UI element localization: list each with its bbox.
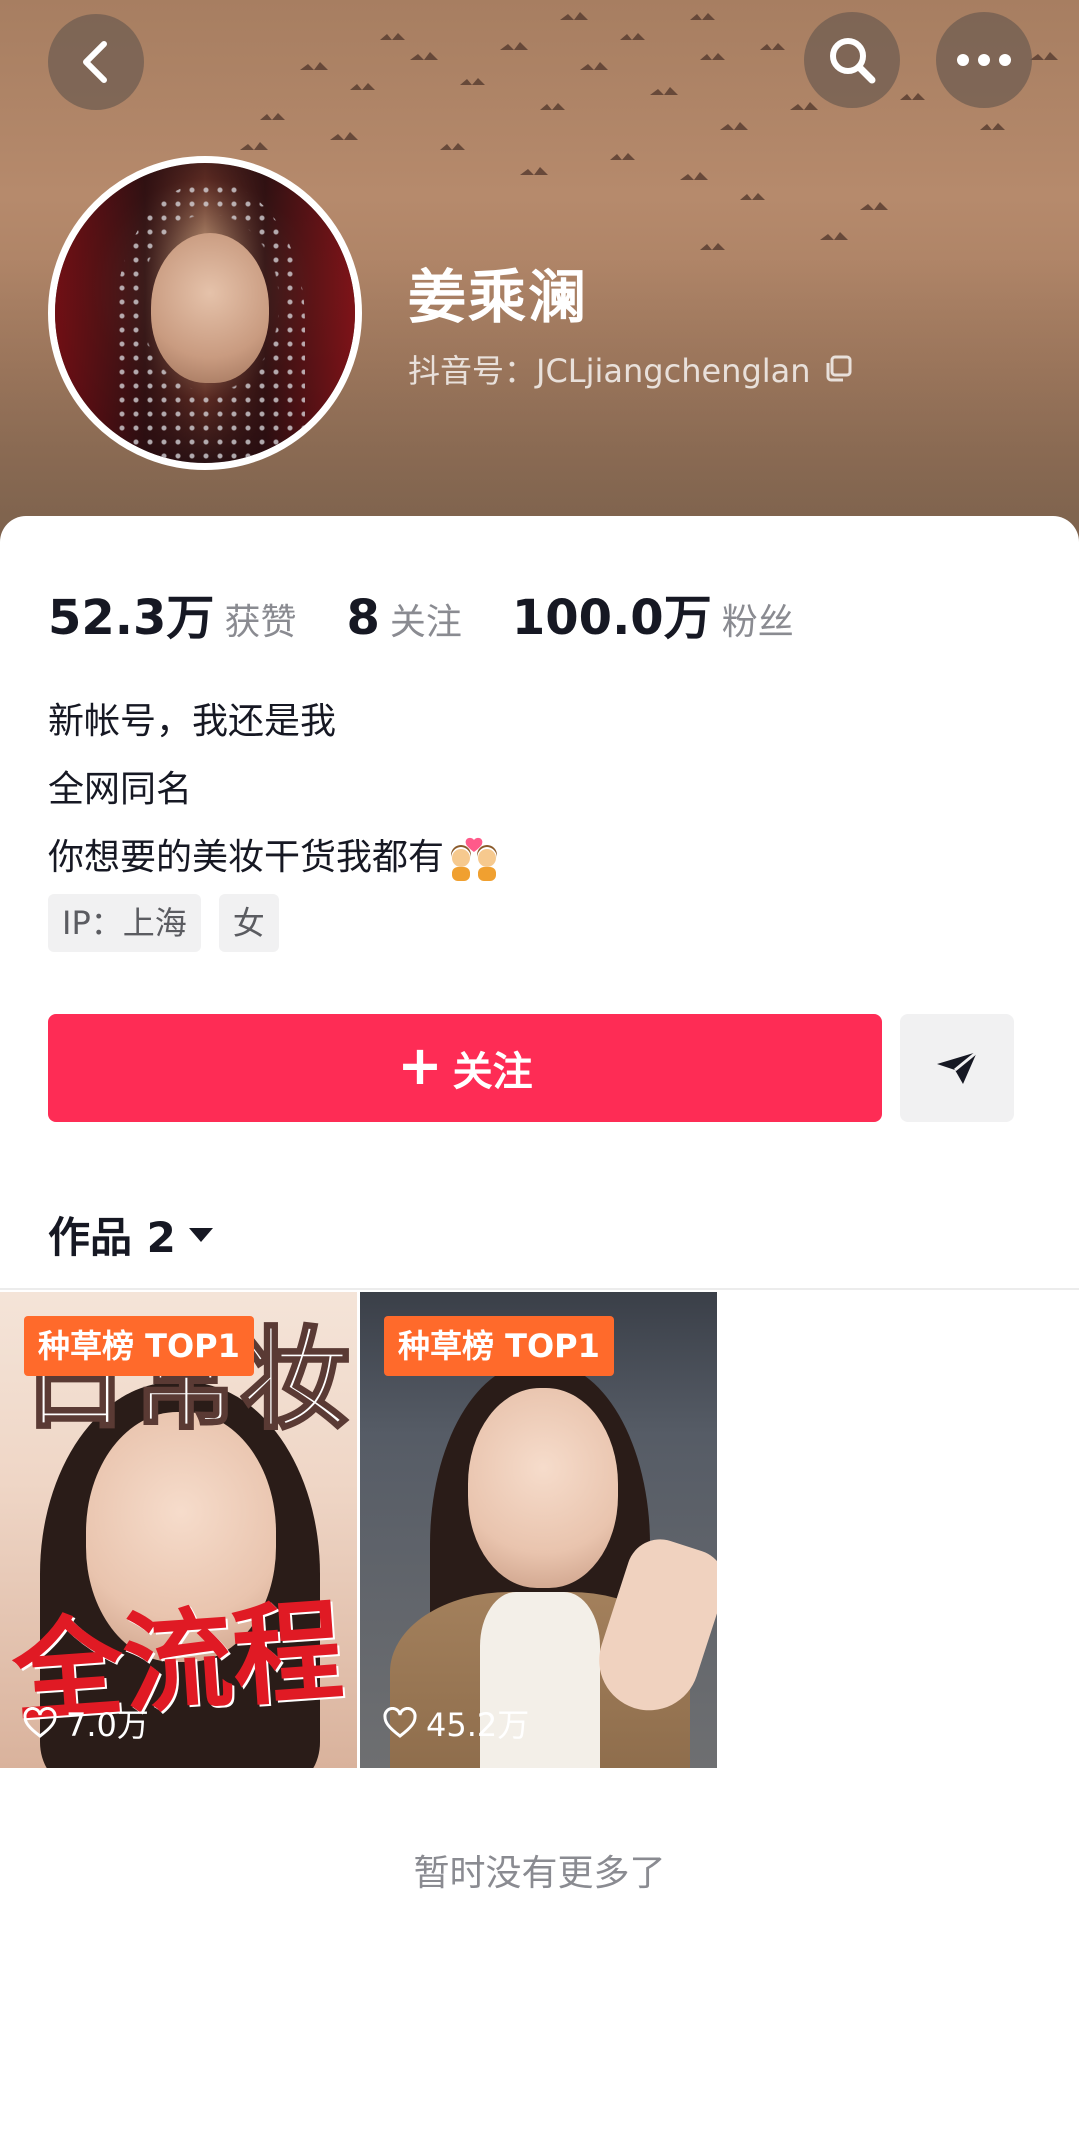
- search-icon: [830, 38, 876, 84]
- bio-line: 全网同名: [48, 769, 193, 810]
- works-tab[interactable]: 作品 2: [48, 1204, 214, 1265]
- rank-badge: 种草榜 TOP1: [384, 1316, 614, 1376]
- like-count-value: 7.0万: [66, 1706, 149, 1744]
- works-count: 作品 2: [48, 1213, 176, 1262]
- douyin-id[interactable]: 抖音号：JCLjiangchenglan: [408, 346, 853, 392]
- douyin-id-text: 抖音号：JCLjiangchenglan: [408, 352, 811, 390]
- stat-following[interactable]: 8 关注: [346, 590, 461, 646]
- search-button[interactable]: [804, 12, 900, 108]
- more-horizontal-icon: [957, 54, 1011, 66]
- profile-name: 姜乘澜: [408, 263, 589, 331]
- stat-label: 关注: [389, 602, 462, 643]
- works-grid: 日常妆 全流程 种草榜 TOP1 7.0万 种草榜 TOP1 45.2万: [0, 1292, 717, 1768]
- back-button[interactable]: [48, 14, 144, 110]
- stat-label: 获赞: [224, 602, 297, 643]
- stat-likes[interactable]: 52.3万 获赞: [48, 578, 296, 648]
- video-thumbnail[interactable]: 种草榜 TOP1 45.2万: [360, 1292, 717, 1768]
- divider: [0, 1288, 1079, 1290]
- profile-page: 姜乘澜 抖音号：JCLjiangchenglan 52.3万 获赞 8 关注 1…: [0, 0, 1079, 2154]
- couple-emoji-icon: [451, 837, 498, 881]
- stat-value: 52.3万: [48, 590, 215, 646]
- message-button[interactable]: [900, 1014, 1014, 1122]
- follow-label: 关注: [452, 1049, 533, 1095]
- no-more-text: 暂时没有更多了: [413, 1853, 666, 1894]
- follow-button[interactable]: + 关注: [48, 1014, 882, 1122]
- profile-tags: IP：上海 女: [48, 894, 279, 952]
- bio-line: 新帐号，我还是我: [48, 701, 337, 742]
- chevron-left-icon: [83, 41, 107, 83]
- gender-tag: 女: [218, 894, 279, 952]
- plus-icon: +: [397, 1034, 443, 1097]
- ip-tag: IP：上海: [48, 894, 201, 952]
- profile-card: 52.3万 获赞 8 关注 100.0万 粉丝 新帐号，我还是我 全网同名 你想…: [0, 516, 1079, 2154]
- copy-icon[interactable]: [823, 354, 853, 384]
- profile-bio: 新帐号，我还是我 全网同名 你想要的美妆干货我都有: [48, 688, 500, 892]
- like-count-value: 45.2万: [426, 1706, 530, 1744]
- bio-line-with-emoji: 你想要的美妆干货我都有: [48, 824, 500, 892]
- rank-badge: 种草榜 TOP1: [24, 1316, 254, 1376]
- profile-stats: 52.3万 获赞 8 关注 100.0万 粉丝: [48, 578, 844, 648]
- heart-outline-icon: [383, 1707, 417, 1738]
- video-thumbnail[interactable]: 日常妆 全流程 种草榜 TOP1 7.0万: [0, 1292, 357, 1768]
- stat-value: 8: [346, 590, 380, 646]
- stat-value: 100.0万: [511, 590, 712, 646]
- avatar[interactable]: [48, 156, 362, 470]
- stat-label: 粉丝: [721, 602, 794, 643]
- send-icon: [937, 1050, 978, 1084]
- more-button[interactable]: [936, 12, 1032, 108]
- like-count: 45.2万: [382, 1700, 529, 1746]
- like-count: 7.0万: [22, 1700, 149, 1746]
- heart-outline-icon: [23, 1707, 57, 1738]
- stat-followers[interactable]: 100.0万 粉丝: [512, 578, 794, 648]
- profile-banner: 姜乘澜 抖音号：JCLjiangchenglan: [0, 0, 1079, 560]
- caret-down-icon: [188, 1227, 213, 1242]
- bio-line: 你想要的美妆干货我都有: [48, 837, 445, 878]
